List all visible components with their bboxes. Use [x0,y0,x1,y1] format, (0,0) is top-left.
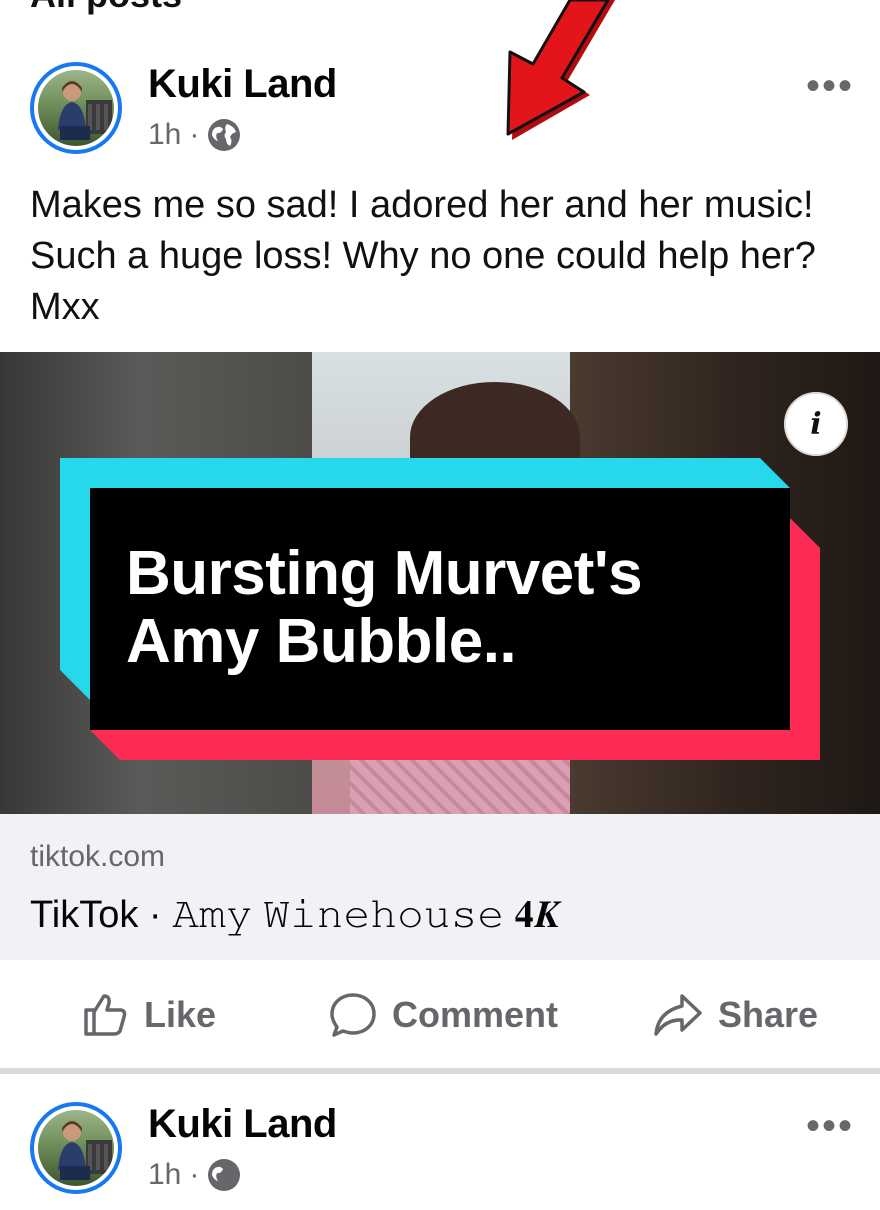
post-meta: 1h · [148,1158,241,1192]
comment-label: Comment [392,994,559,1035]
thumbs-up-icon [84,994,127,1036]
avatar[interactable] [30,1102,122,1194]
share-button[interactable]: Share [652,990,818,1040]
post-time[interactable]: 1h [148,1158,181,1192]
post-header: Kuki Land 1h · ••• [0,1100,880,1210]
like-button[interactable]: Like [80,990,216,1040]
post-divider [0,1068,880,1074]
author-name[interactable]: Kuki Land [148,1102,337,1147]
caption-overlay [60,458,820,760]
share-label: Share [718,994,819,1035]
link-domain: tiktok.com [30,840,166,873]
post-actions: Like Comment Share [0,960,880,1070]
meta-separator: · [189,1158,200,1191]
link-preview[interactable]: tiktok.com TikTok · 𝙰𝚖𝚢 𝚆𝚒𝚗𝚎𝚑𝚘𝚞𝚜𝚎 𝟒𝑲 [0,814,880,960]
globe-icon [208,1159,241,1191]
comment-bubble-icon [330,993,376,1037]
comment-button[interactable]: Comment [328,990,558,1040]
more-options-icon[interactable]: ••• [806,1106,854,1146]
link-title: TikTok · 𝙰𝚖𝚢 𝚆𝚒𝚗𝚎𝚑𝚘𝚞𝚜𝚎 𝟒𝑲 [30,894,559,936]
share-arrow-icon [654,994,702,1036]
caption-overlay-text: Bursting Murvet's Amy Bubble.. [126,539,643,676]
like-label: Like [144,994,217,1035]
